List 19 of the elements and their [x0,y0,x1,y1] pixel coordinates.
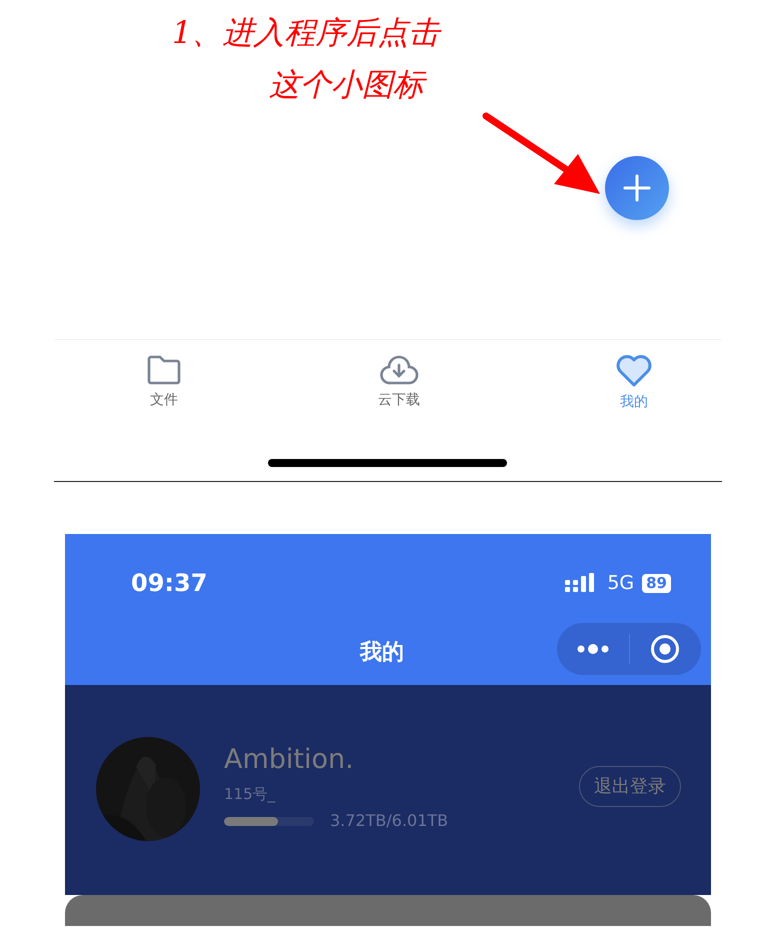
network-type: 5G [607,570,634,596]
cloud-download-icon [379,354,419,386]
user-name: Ambition. [224,745,355,775]
storage-reading: 3.72TB/6.01TB [330,810,448,832]
tab[interactable]: 文件 [134,354,194,413]
battery-level: 89 [642,574,671,592]
more-icon [576,643,610,655]
status-time: 09:37 [131,568,208,599]
annotation-text: 1、进入程序后点击 [172,18,440,49]
tab[interactable]: 云下载 [369,354,429,413]
folder-icon [146,354,182,386]
heart-icon [615,354,653,388]
logout-button[interactable]: 退出登录 [579,766,681,807]
add-button[interactable] [605,156,669,220]
plus-icon [623,174,651,202]
tab[interactable]: 我的 [604,354,664,413]
page-title: 我的 [360,639,404,667]
account-id: 115号_ [224,784,276,805]
target-icon [650,634,680,664]
